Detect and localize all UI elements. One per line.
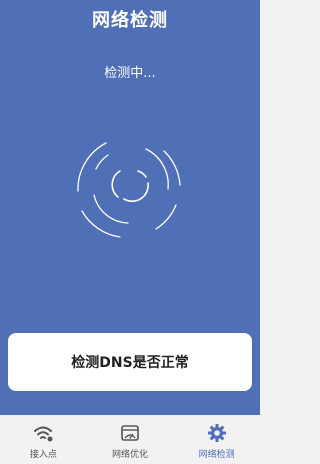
tab-network-optimize[interactable]: 网络优化 [87, 415, 174, 464]
tab-label: 网络检测 [198, 450, 235, 460]
status-text: 检测中... [104, 66, 156, 81]
bottom-tab-bar: 接入点 网络优化 网络检测 [0, 415, 260, 464]
settings-gear-icon [207, 424, 226, 442]
optimize-icon [121, 425, 139, 441]
tab-access-point[interactable]: 接入点 [0, 415, 87, 464]
tab-label: 接入点 [29, 450, 57, 460]
page-title: 网络检测 [92, 10, 168, 31]
tab-network-detect[interactable]: 网络检测 [173, 415, 260, 464]
result-text: 检测DNS是否正常 [71, 355, 189, 371]
loading-spinner-icon [77, 142, 181, 238]
wifi-icon [34, 426, 53, 442]
tab-label: 网络优化 [112, 450, 149, 460]
app-screen: 网络检测 检测中... 检测DNS是否正常 接入点 网络优化 网络检测 [0, 0, 260, 464]
result-card: 检测DNS是否正常 [8, 333, 252, 391]
